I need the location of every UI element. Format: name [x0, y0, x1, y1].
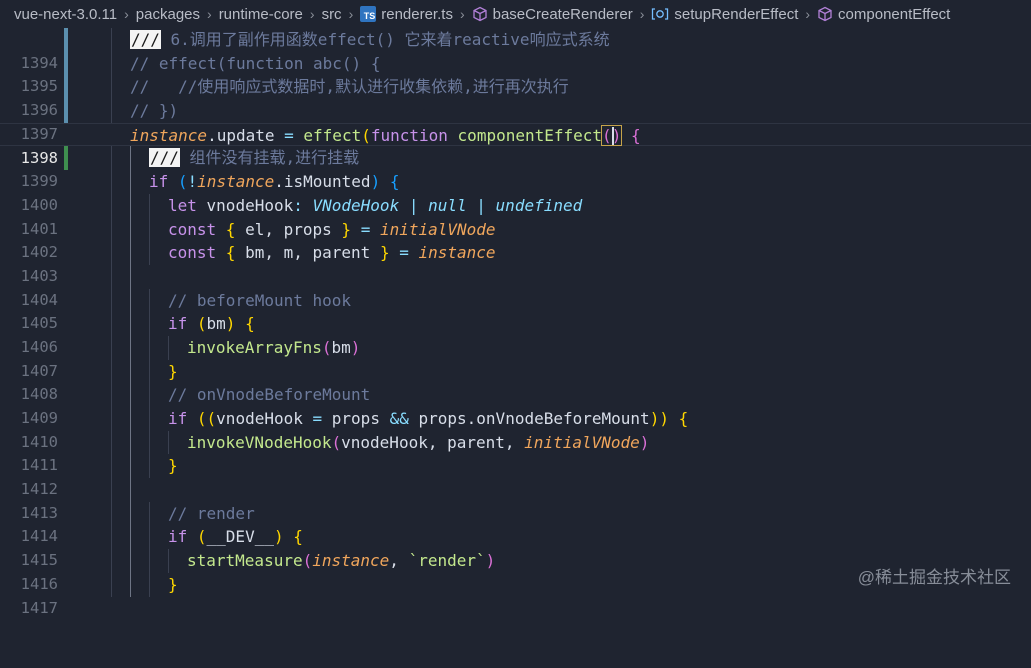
breadcrumb-label: runtime-core [218, 5, 303, 23]
code-line[interactable]: 1400 if (!instance.isMounted) { [0, 170, 1031, 214]
code-line-current[interactable]: 1398 instance.update = effect(function c… [0, 122, 1031, 167]
chevron-right-icon: › [805, 6, 811, 22]
gutter-modified-marker[interactable] [64, 28, 68, 52]
chevron-right-icon: › [639, 6, 645, 22]
code-line[interactable]: 1407 invokeArrayFns(bm) [0, 335, 1031, 380]
gutter-modified-marker[interactable] [64, 75, 68, 100]
code-line[interactable]: 1404 [0, 264, 1031, 309]
gutter-added-marker[interactable] [64, 146, 68, 171]
watermark: @稀土掘金技术社区 [857, 568, 1011, 587]
code-content [92, 478, 149, 502]
chevron-right-icon: › [348, 6, 354, 22]
code-line[interactable]: 1394 /// 6.调用了副作用函数effect() 它来着reactive响… [0, 28, 1031, 72]
code-content: // effect(function abc() { [92, 51, 380, 76]
gutter-modified-marker[interactable] [64, 99, 68, 123]
code-content: // onVnodeBeforeMount [92, 383, 370, 407]
code-line[interactable]: 1408 } [0, 359, 1031, 403]
chevron-right-icon: › [309, 6, 315, 22]
breadcrumb-label: src [321, 5, 342, 23]
breadcrumb-item-file[interactable]: TS renderer.ts [360, 6, 453, 23]
code-content: if (!instance.isMounted) { [92, 170, 399, 194]
code-line[interactable]: 1399 /// 组件没有挂载,进行挂载 [0, 146, 1031, 190]
breadcrumb-item-root[interactable]: vue-next-3.0.11 [14, 6, 117, 23]
code-content: /// 6.调用了副作用函数effect() 它来着reactive响应式系统 [92, 28, 610, 52]
code-content: if ((vnodeHook = props && props.onVnodeB… [92, 407, 688, 431]
code-content: // render [92, 501, 255, 526]
breadcrumb-item-runtime-core[interactable]: runtime-core [219, 6, 303, 23]
code-editor[interactable]: 1394 /// 6.调用了副作用函数effect() 它来着reactive响… [0, 28, 1031, 617]
code-content: invokeArrayFns(bm) [92, 335, 360, 360]
code-content: if (bm) { [92, 312, 255, 336]
code-content: invokeVNodeHook(vnodeHook, parent, initi… [92, 430, 649, 455]
code-content: // //使用响应式数据时,默认进行收集依赖,进行再次执行 [92, 75, 569, 100]
chevron-right-icon: › [124, 6, 129, 22]
breadcrumb-item-class[interactable]: baseCreateRenderer [472, 6, 633, 23]
breadcrumb-label: baseCreateRenderer [492, 5, 633, 23]
code-line[interactable]: 1412 } [0, 454, 1031, 498]
code-line[interactable]: 1405 // beforeMount hook [0, 288, 1031, 332]
code-line[interactable]: 1397 // }) [0, 99, 1031, 143]
breadcrumb-label: vue-next-3.0.11 [14, 5, 118, 23]
gutter-modified-marker[interactable] [64, 51, 68, 76]
chevron-right-icon: › [459, 6, 465, 22]
code-content: /// 组件没有挂载,进行挂载 [92, 146, 359, 171]
breadcrumb-item-packages[interactable]: packages [136, 6, 200, 23]
code-content: const { el, props } = initialVNode [92, 217, 496, 242]
code-line[interactable]: 1415 if (__DEV__) { [0, 525, 1031, 569]
code-content: let vnodeHook: VNodeHook | null | undefi… [92, 193, 582, 218]
breadcrumb-label: renderer.ts [381, 5, 453, 23]
code-line[interactable]: 1410 if ((vnodeHook = props && props.onV… [0, 407, 1031, 451]
breadcrumb-item-function[interactable]: componentEffect [817, 6, 950, 23]
code-content: } [92, 359, 178, 384]
code-content: } [92, 572, 178, 597]
code-line[interactable]: 1409 // onVnodeBeforeMount [0, 383, 1031, 427]
breadcrumb-item-method[interactable]: setupRenderEffect [651, 6, 798, 23]
code-line[interactable]: 1406 if (bm) { [0, 312, 1031, 356]
breadcrumb-label: setupRenderEffect [674, 5, 799, 23]
chevron-right-icon: › [207, 6, 212, 22]
cube-icon [817, 6, 833, 22]
method-icon [651, 7, 669, 21]
breadcrumb-label: packages [135, 5, 201, 23]
code-content: if (__DEV__) { [92, 525, 303, 550]
code-line[interactable]: 1411 invokeVNodeHook(vnodeHook, parent, … [0, 430, 1031, 474]
code-content: // beforeMount hook [92, 288, 351, 313]
code-line[interactable]: 1396 // //使用响应式数据时,默认进行收集依赖,进行再次执行 [0, 75, 1031, 119]
code-line[interactable]: 1413 [0, 478, 1031, 522]
code-content: instance.update = effect(function compon… [130, 124, 641, 146]
code-line[interactable]: 1395 // effect(function abc() { [0, 51, 1031, 95]
typescript-file-icon: TS [360, 6, 377, 22]
cube-icon [472, 6, 488, 22]
code-content: } [92, 454, 178, 479]
code-content: // }) [92, 99, 178, 123]
code-content: const { bm, m, parent } = instance [92, 241, 496, 265]
breadcrumb-label: componentEffect [838, 5, 951, 23]
code-line[interactable]: 1414 // render [0, 501, 1031, 545]
breadcrumb: vue-next-3.0.11 › packages › runtime-cor… [0, 0, 1031, 28]
line-number: 1417 [20, 598, 58, 617]
code-content [92, 264, 149, 289]
code-line[interactable]: 1401 let vnodeHook: VNodeHook | null | u… [0, 193, 1031, 238]
code-line[interactable]: 1403 const { bm, m, parent } = instance [0, 241, 1031, 285]
code-content: startMeasure(instance, `render`) [92, 549, 495, 573]
breadcrumb-item-src[interactable]: src [322, 6, 342, 23]
code-line[interactable]: 1402 const { el, props } = initialVNode [0, 217, 1031, 261]
